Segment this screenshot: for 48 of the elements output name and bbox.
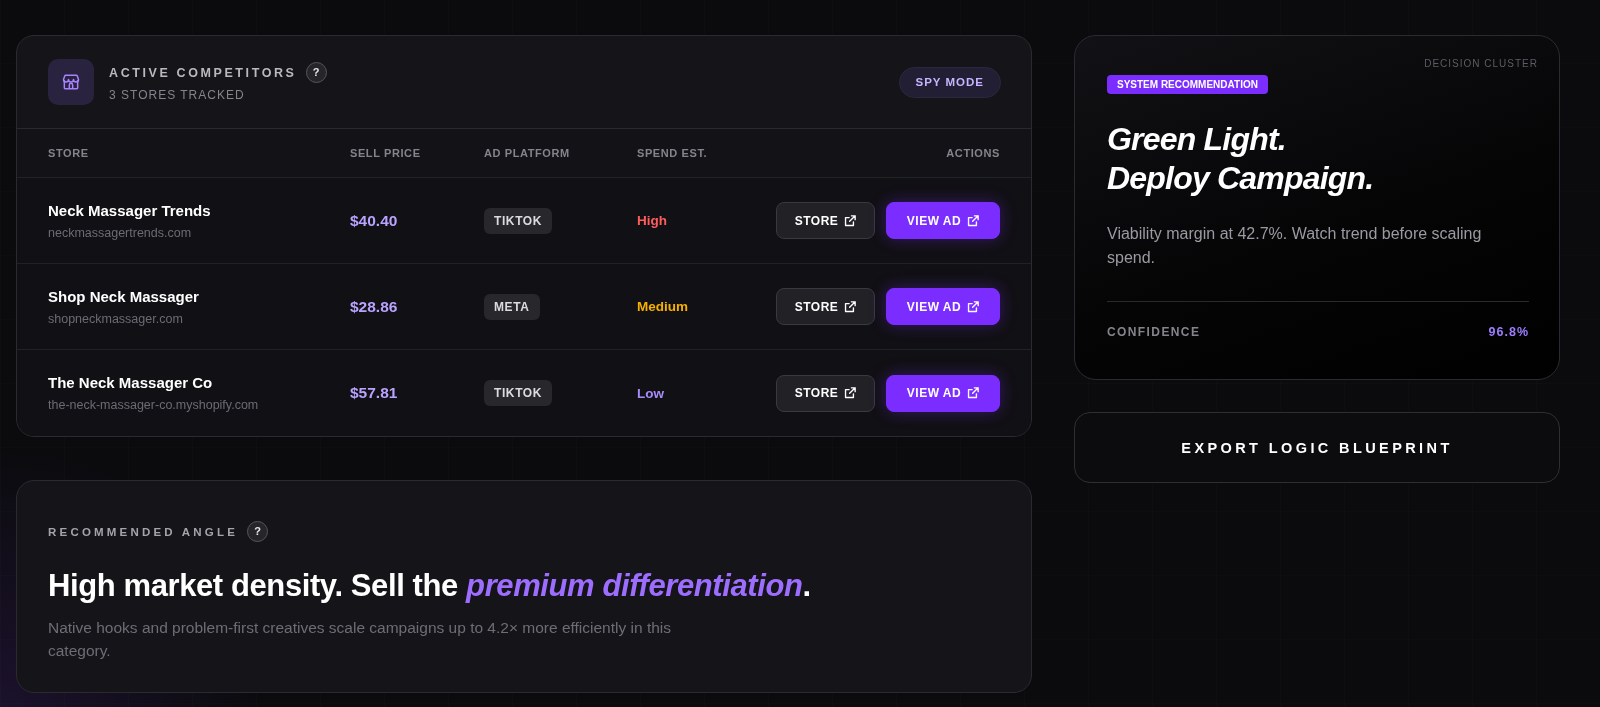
angle-description: Native hooks and problem-first creatives scale campaigns up to 4.2× more efficiently in this category. xyxy=(48,618,673,661)
section-title: RECOMMENDED ANGLE xyxy=(48,525,239,538)
cluster-label: DECISION CLUSTER xyxy=(1424,58,1538,69)
external-link-icon xyxy=(967,387,980,399)
external-link-icon xyxy=(844,300,857,313)
store-button[interactable]: STORE xyxy=(776,202,875,239)
section-title: ACTIVE COMPETITORS xyxy=(109,65,297,80)
view-ad-button[interactable]: VIEW AD xyxy=(886,288,1000,325)
external-link-icon xyxy=(844,387,857,399)
store-button[interactable]: STORE xyxy=(776,374,875,412)
recommendation-headline: Green Light. Deploy Campaign. xyxy=(1107,120,1374,198)
recommendation-tag: SYSTEM RECOMMENDATION xyxy=(1107,75,1268,94)
view-ad-button[interactable]: VIEW AD xyxy=(886,202,1000,239)
column-header: ACTIONS xyxy=(946,147,1000,159)
external-link-icon xyxy=(844,214,857,227)
spend-estimate: Medium xyxy=(637,299,688,314)
store-domain: shopneckmassager.com xyxy=(48,311,183,326)
store-name: The Neck Massager Co xyxy=(48,374,213,391)
column-header: SPEND EST. xyxy=(637,147,709,159)
view-ad-button[interactable]: VIEW AD xyxy=(886,374,1000,412)
column-header: AD PLATFORM xyxy=(484,147,571,159)
spend-estimate: High xyxy=(637,213,667,228)
store-domain: neckmassagertrends.com xyxy=(48,225,192,240)
storefront-icon xyxy=(48,59,94,105)
external-link-icon xyxy=(967,300,980,313)
help-button[interactable]: ? xyxy=(247,521,269,542)
store-name: Shop Neck Massager xyxy=(48,287,199,305)
help-button[interactable]: ? xyxy=(305,62,327,83)
angle-headline: High market density. Sell the premium differentiation. xyxy=(48,568,812,604)
sell-price: $40.40 xyxy=(350,211,398,230)
column-header: SELL PRICE xyxy=(350,147,422,159)
column-header: STORE xyxy=(48,147,90,159)
confidence-label: CONFIDENCE xyxy=(1107,325,1201,339)
sell-price: $28.86 xyxy=(350,297,398,316)
recommendation-summary: Viability margin at 42.7%. Watch trend before scaling spend. xyxy=(1107,224,1483,268)
external-link-icon xyxy=(967,214,980,227)
spy-mode-button[interactable]: SPY MODE xyxy=(898,66,1001,98)
confidence-value: 96.8% xyxy=(1488,325,1529,339)
store-name: Neck Massager Trends xyxy=(48,201,211,219)
store-domain: the-neck-massager-co.myshopify.com xyxy=(48,398,259,412)
export-button[interactable]: EXPORT LOGIC BLUEPRINT xyxy=(1074,412,1560,483)
platform-tag: TIKTOK xyxy=(484,380,553,406)
sell-price: $57.81 xyxy=(350,384,398,402)
store-button[interactable]: STORE xyxy=(776,288,875,325)
platform-tag: META xyxy=(484,293,540,320)
platform-tag: TIKTOK xyxy=(484,207,553,234)
tracked-count: 3 STORES TRACKED xyxy=(109,88,246,102)
spend-estimate: Low xyxy=(637,385,664,401)
